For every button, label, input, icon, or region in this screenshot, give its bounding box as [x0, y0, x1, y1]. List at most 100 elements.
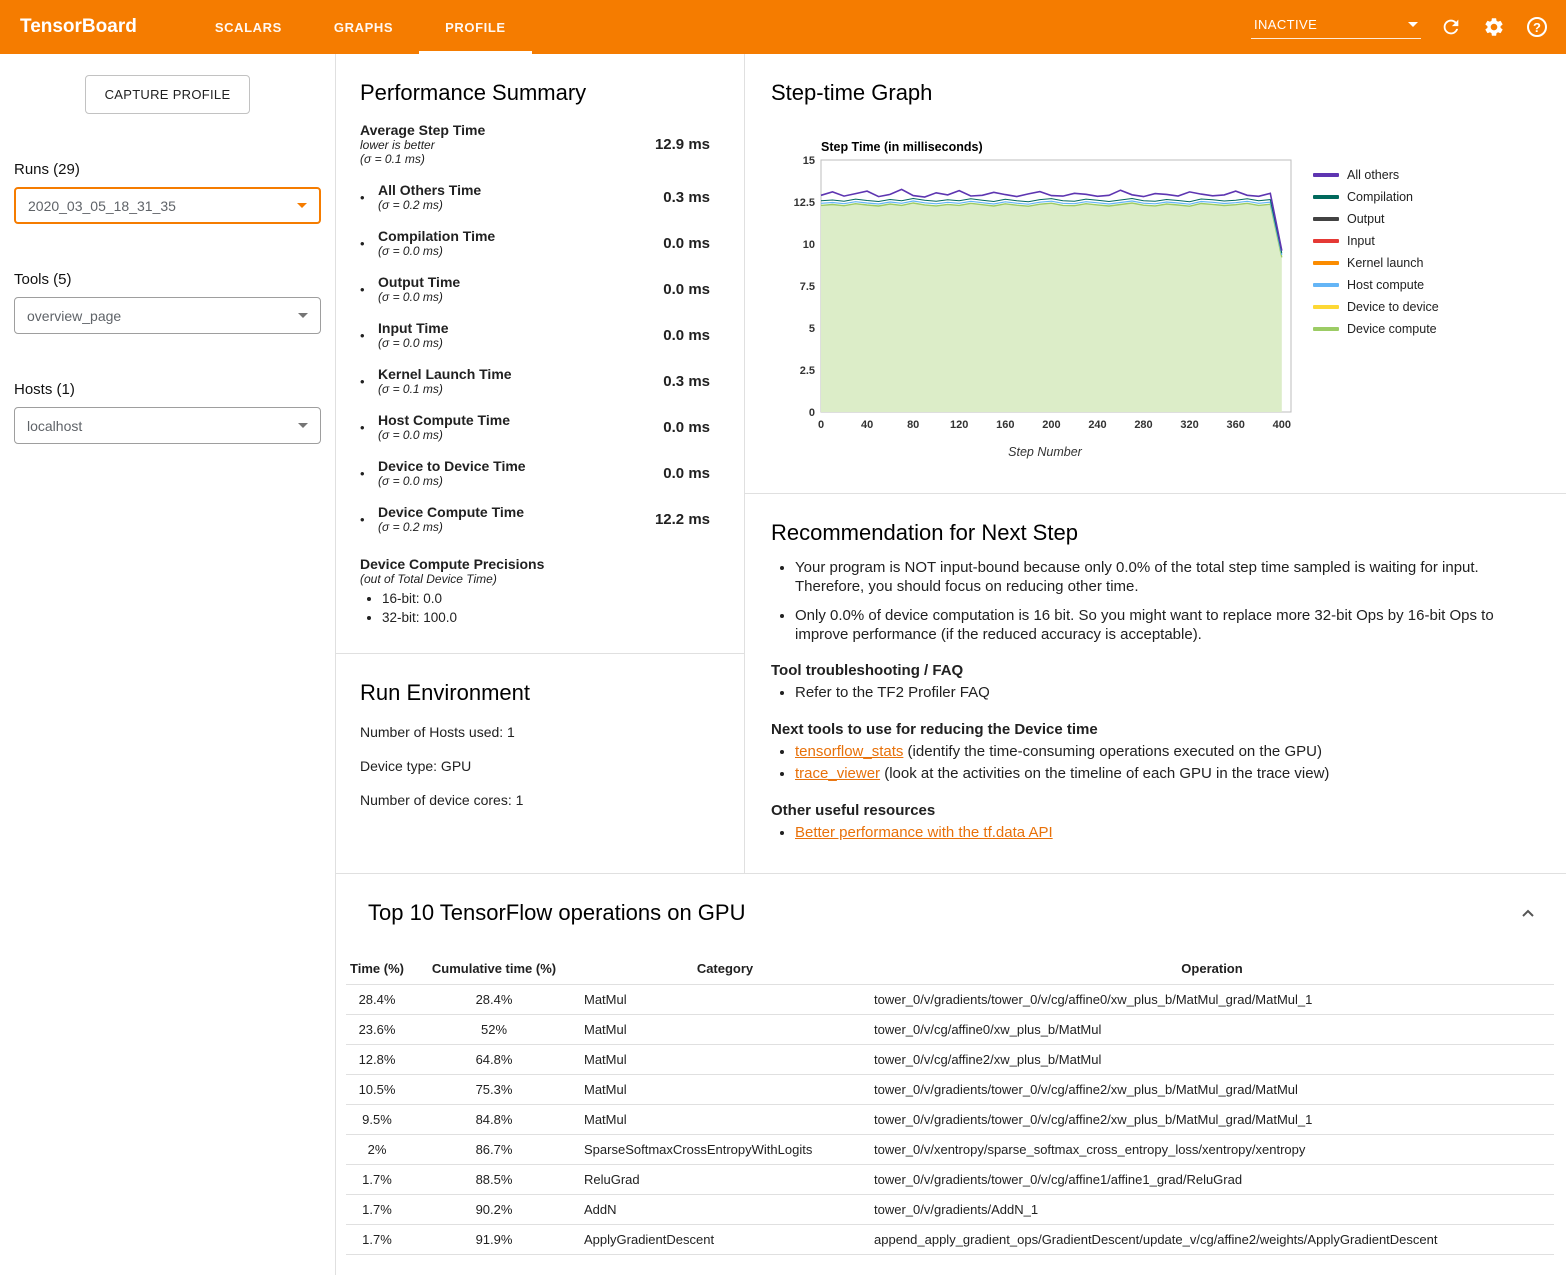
chart-title: Step Time (in milliseconds): [821, 140, 1301, 154]
legend-swatch-icon: [1313, 327, 1339, 331]
svg-text:0: 0: [818, 419, 824, 431]
top-bar: TensorBoard SCALARSGRAPHSPROFILE INACTIV…: [0, 0, 1566, 54]
refresh-icon[interactable]: [1438, 14, 1464, 40]
svg-text:2.5: 2.5: [800, 365, 815, 377]
chevron-down-icon: [298, 423, 308, 428]
table-column-header: Category: [580, 953, 870, 985]
bullet-dot: •: [360, 374, 378, 389]
svg-text:320: 320: [1180, 419, 1198, 431]
topbar-actions: INACTIVE ?: [1251, 0, 1550, 54]
run-environment-lines: Number of Hosts used: 1 Device type: GPU N…: [360, 724, 720, 808]
recommendation-bullet: Only 0.0% of device computation is 16 bi…: [795, 606, 1540, 644]
reload-status-select[interactable]: INACTIVE: [1251, 15, 1421, 39]
perf-metric-value: 0.0 ms: [628, 327, 720, 344]
hosts-label: Hosts (1): [14, 381, 321, 398]
legend-swatch-icon: [1313, 261, 1339, 265]
top-ops-panel: Top 10 TensorFlow operations on GPU Time…: [336, 873, 1566, 1275]
next-tools-header: Next tools to use for reducing the Devic…: [771, 721, 1540, 738]
faq-list: Refer to the TF2 Profiler FAQ: [771, 683, 1540, 703]
device-compute-precisions: Device Compute Precisions (out of Total …: [360, 556, 720, 625]
svg-text:360: 360: [1227, 419, 1245, 431]
perf-metric: •Kernel Launch Time(σ = 0.1 ms)0.3 ms: [360, 366, 720, 396]
bullet-dot: •: [360, 190, 378, 205]
perf-metric: •Output Time(σ = 0.0 ms)0.0 ms: [360, 274, 720, 304]
table-row: 2%86.7%SparseSoftmaxCrossEntropyWithLogi…: [346, 1135, 1554, 1165]
help-icon[interactable]: ?: [1524, 14, 1550, 40]
tab-scalars[interactable]: SCALARS: [189, 0, 308, 54]
perf-metric: •Device Compute Time(σ = 0.2 ms)12.2 ms: [360, 504, 720, 534]
divider: [336, 653, 744, 654]
table-row: 1.7%88.5%ReluGradtower_0/v/gradients/tow…: [346, 1165, 1554, 1195]
resources-list: Better performance with the tf.data API: [771, 823, 1540, 843]
svg-text:5: 5: [809, 323, 815, 335]
legend-swatch-icon: [1313, 305, 1339, 309]
resource-item: Better performance with the tf.data API: [795, 823, 1540, 843]
legend-swatch-icon: [1313, 173, 1339, 177]
perf-metric-value: 0.0 ms: [628, 281, 720, 298]
table-row: 28.4%28.4%MatMultower_0/v/gradients/towe…: [346, 985, 1554, 1015]
capture-profile-button[interactable]: CAPTURE PROFILE: [85, 75, 251, 114]
recommendation-title: Recommendation for Next Step: [771, 520, 1540, 546]
perf-metric: •All Others Time(σ = 0.2 ms)0.3 ms: [360, 182, 720, 212]
chevron-down-icon: [297, 203, 307, 208]
bullet-dot: •: [360, 282, 378, 297]
next-tool-link[interactable]: tensorflow_stats: [795, 743, 903, 760]
svg-text:12.5: 12.5: [794, 197, 815, 209]
table-row: 23.6%52%MatMultower_0/v/cg/affine0/xw_pl…: [346, 1015, 1554, 1045]
recommendation-bullet: Your program is NOT input-bound because …: [795, 558, 1540, 596]
perf-metric: •Compilation Time(σ = 0.0 ms)0.0 ms: [360, 228, 720, 258]
average-step-time-value: 12.9 ms: [628, 136, 720, 153]
legend-item: Device to device: [1313, 300, 1439, 314]
run-select-value: 2020_03_05_18_31_35: [28, 198, 176, 214]
runs-label: Runs (29): [14, 161, 321, 178]
performance-summary-panel: Performance Summary Average Step Time lo…: [336, 54, 745, 873]
perf-metric-value: 0.3 ms: [628, 189, 720, 206]
perf-metric: •Input Time(σ = 0.0 ms)0.0 ms: [360, 320, 720, 350]
run-select[interactable]: 2020_03_05_18_31_35: [14, 187, 321, 224]
main-tabs: SCALARSGRAPHSPROFILE: [189, 0, 532, 54]
chevron-down-icon: [298, 313, 308, 318]
env-line: Number of device cores: 1: [360, 792, 720, 808]
bullet-dot: •: [360, 420, 378, 435]
performance-metrics-list: •All Others Time(σ = 0.2 ms)0.3 ms •Compi…: [360, 182, 720, 534]
precision-item: 16-bit: 0.0: [382, 591, 720, 606]
perf-metric-value: 0.0 ms: [628, 419, 720, 436]
host-select[interactable]: localhost: [14, 407, 321, 444]
legend-swatch-icon: [1313, 239, 1339, 243]
perf-metric-value: 0.0 ms: [628, 235, 720, 252]
legend-swatch-icon: [1313, 217, 1339, 221]
legend-item: Compilation: [1313, 190, 1439, 204]
table-row: 9.5%84.8%MatMultower_0/v/gradients/tower…: [346, 1105, 1554, 1135]
tab-graphs[interactable]: GRAPHS: [308, 0, 419, 54]
resource-link[interactable]: Better performance with the tf.data API: [795, 824, 1053, 841]
table-row: 10.5%75.3%MatMultower_0/v/gradients/towe…: [346, 1075, 1554, 1105]
legend-swatch-icon: [1313, 195, 1339, 199]
legend-item: All others: [1313, 168, 1439, 182]
tool-select[interactable]: overview_page: [14, 297, 321, 334]
tool-select-value: overview_page: [27, 308, 121, 324]
run-environment-title: Run Environment: [360, 680, 720, 706]
step-time-graph-title: Step-time Graph: [771, 80, 1540, 106]
bullet-dot: •: [360, 236, 378, 251]
svg-text:10: 10: [803, 239, 815, 251]
legend-item: Kernel launch: [1313, 256, 1439, 270]
svg-text:240: 240: [1088, 419, 1106, 431]
legend-item: Host compute: [1313, 278, 1439, 292]
performance-summary-title: Performance Summary: [360, 80, 720, 106]
svg-text:40: 40: [861, 419, 873, 431]
table-row: 1.7%91.9%ApplyGradientDescentappend_appl…: [346, 1225, 1554, 1255]
chart-x-axis-label: Step Number: [789, 445, 1301, 459]
tab-profile[interactable]: PROFILE: [419, 0, 532, 54]
env-line: Device type: GPU: [360, 758, 720, 774]
env-line: Number of Hosts used: 1: [360, 724, 720, 740]
app-title: TensorBoard: [20, 0, 137, 54]
gear-icon[interactable]: [1481, 14, 1507, 40]
chevron-up-icon[interactable]: [1516, 902, 1540, 931]
svg-text:0: 0: [809, 407, 815, 419]
perf-metric-value: 0.3 ms: [628, 373, 720, 390]
table-column-header: Cumulative time (%): [408, 953, 580, 985]
next-tool-link[interactable]: trace_viewer: [795, 765, 880, 782]
recommendation-bullets: Your program is NOT input-bound because …: [771, 558, 1540, 644]
bullet-dot: •: [360, 466, 378, 481]
svg-text:120: 120: [950, 419, 968, 431]
